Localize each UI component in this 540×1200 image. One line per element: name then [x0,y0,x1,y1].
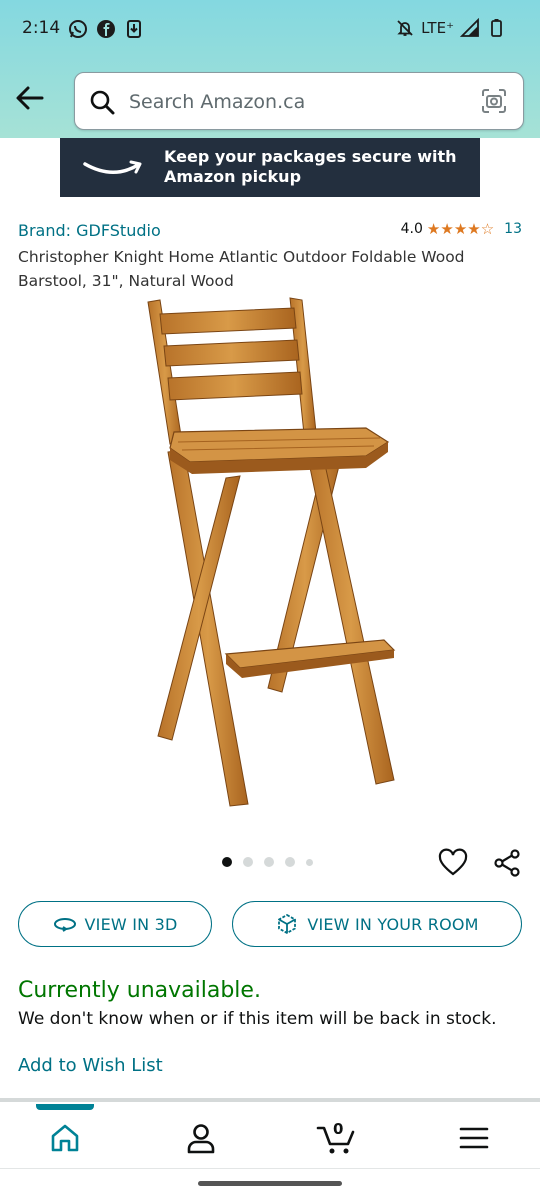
add-to-wish-list-link[interactable]: Add to Wish List [18,1055,163,1076]
view-in-3d-button[interactable]: VIEW IN 3D [18,901,212,947]
search-bar[interactable] [74,72,524,130]
gesture-handle[interactable] [198,1181,342,1186]
search-icon [90,90,115,115]
bottom-nav: 0 [0,1110,540,1168]
status-time: 2:14 [22,18,61,38]
battery-icon [491,19,502,37]
rating-value: 4.0 [400,221,423,237]
share-icon[interactable] [492,848,522,878]
stock-note: We don't know when or if this item will … [18,1009,497,1029]
back-arrow-icon[interactable] [14,84,46,112]
system-nav-separator [0,1168,540,1169]
star-full-icon: ★ [467,220,481,238]
carousel-dot[interactable] [285,857,295,867]
search-input[interactable] [129,87,459,117]
view-in-3d-label: VIEW IN 3D [84,914,178,934]
download-icon [127,20,141,38]
carousel-dot[interactable] [243,857,253,867]
menu-icon[interactable] [456,1120,492,1156]
signal-icon [460,18,479,37]
facebook-icon [97,20,115,38]
mute-icon [397,20,413,36]
nav-divider [0,1098,540,1102]
account-icon[interactable] [183,1120,219,1156]
product-image[interactable] [130,292,410,812]
carousel-dot[interactable] [222,857,232,867]
cart-count: 0 [333,1120,344,1138]
view-in-your-room-button[interactable]: VIEW IN YOUR ROOM [232,901,522,947]
star-rating: ★ ★ ★ ★ ☆ [427,221,494,237]
carousel-dot[interactable] [306,858,313,866]
rating-count[interactable]: 13 [504,221,522,237]
home-icon[interactable] [47,1120,83,1156]
product-title: Christopher Knight Home Atlantic Outdoor… [18,248,465,290]
carousel-dot[interactable] [264,857,274,867]
status-bar: 2:14 LTE⁺ [0,0,540,60]
camera-search-icon[interactable] [481,88,507,114]
star-empty-icon: ☆ [480,220,495,238]
brand-link[interactable]: Brand: GDFStudio [18,221,161,240]
rotate-3d-icon [53,918,76,932]
cart-button[interactable]: 0 [316,1120,358,1156]
promo-banner[interactable]: Keep your packages secure with Amazon pi… [60,138,480,197]
network-label: LTE⁺ [421,19,454,37]
star-full-icon: ★ [426,220,441,238]
star-full-icon: ★ [440,220,454,238]
heart-icon[interactable] [438,848,468,878]
image-carousel-dots[interactable] [222,857,313,867]
whatsapp-icon [69,20,87,38]
star-full-icon: ★ [453,220,468,238]
rating-summary[interactable]: 4.0 ★ ★ ★ ★ ☆ 13 [401,221,522,237]
view-in-your-room-label: VIEW IN YOUR ROOM [307,914,479,934]
banner-text: Keep your packages secure with Amazon pi… [164,147,457,186]
ar-cube-icon [278,913,297,935]
availability-status: Currently unavailable. [18,978,261,1003]
amazon-smile-logo [83,160,142,174]
